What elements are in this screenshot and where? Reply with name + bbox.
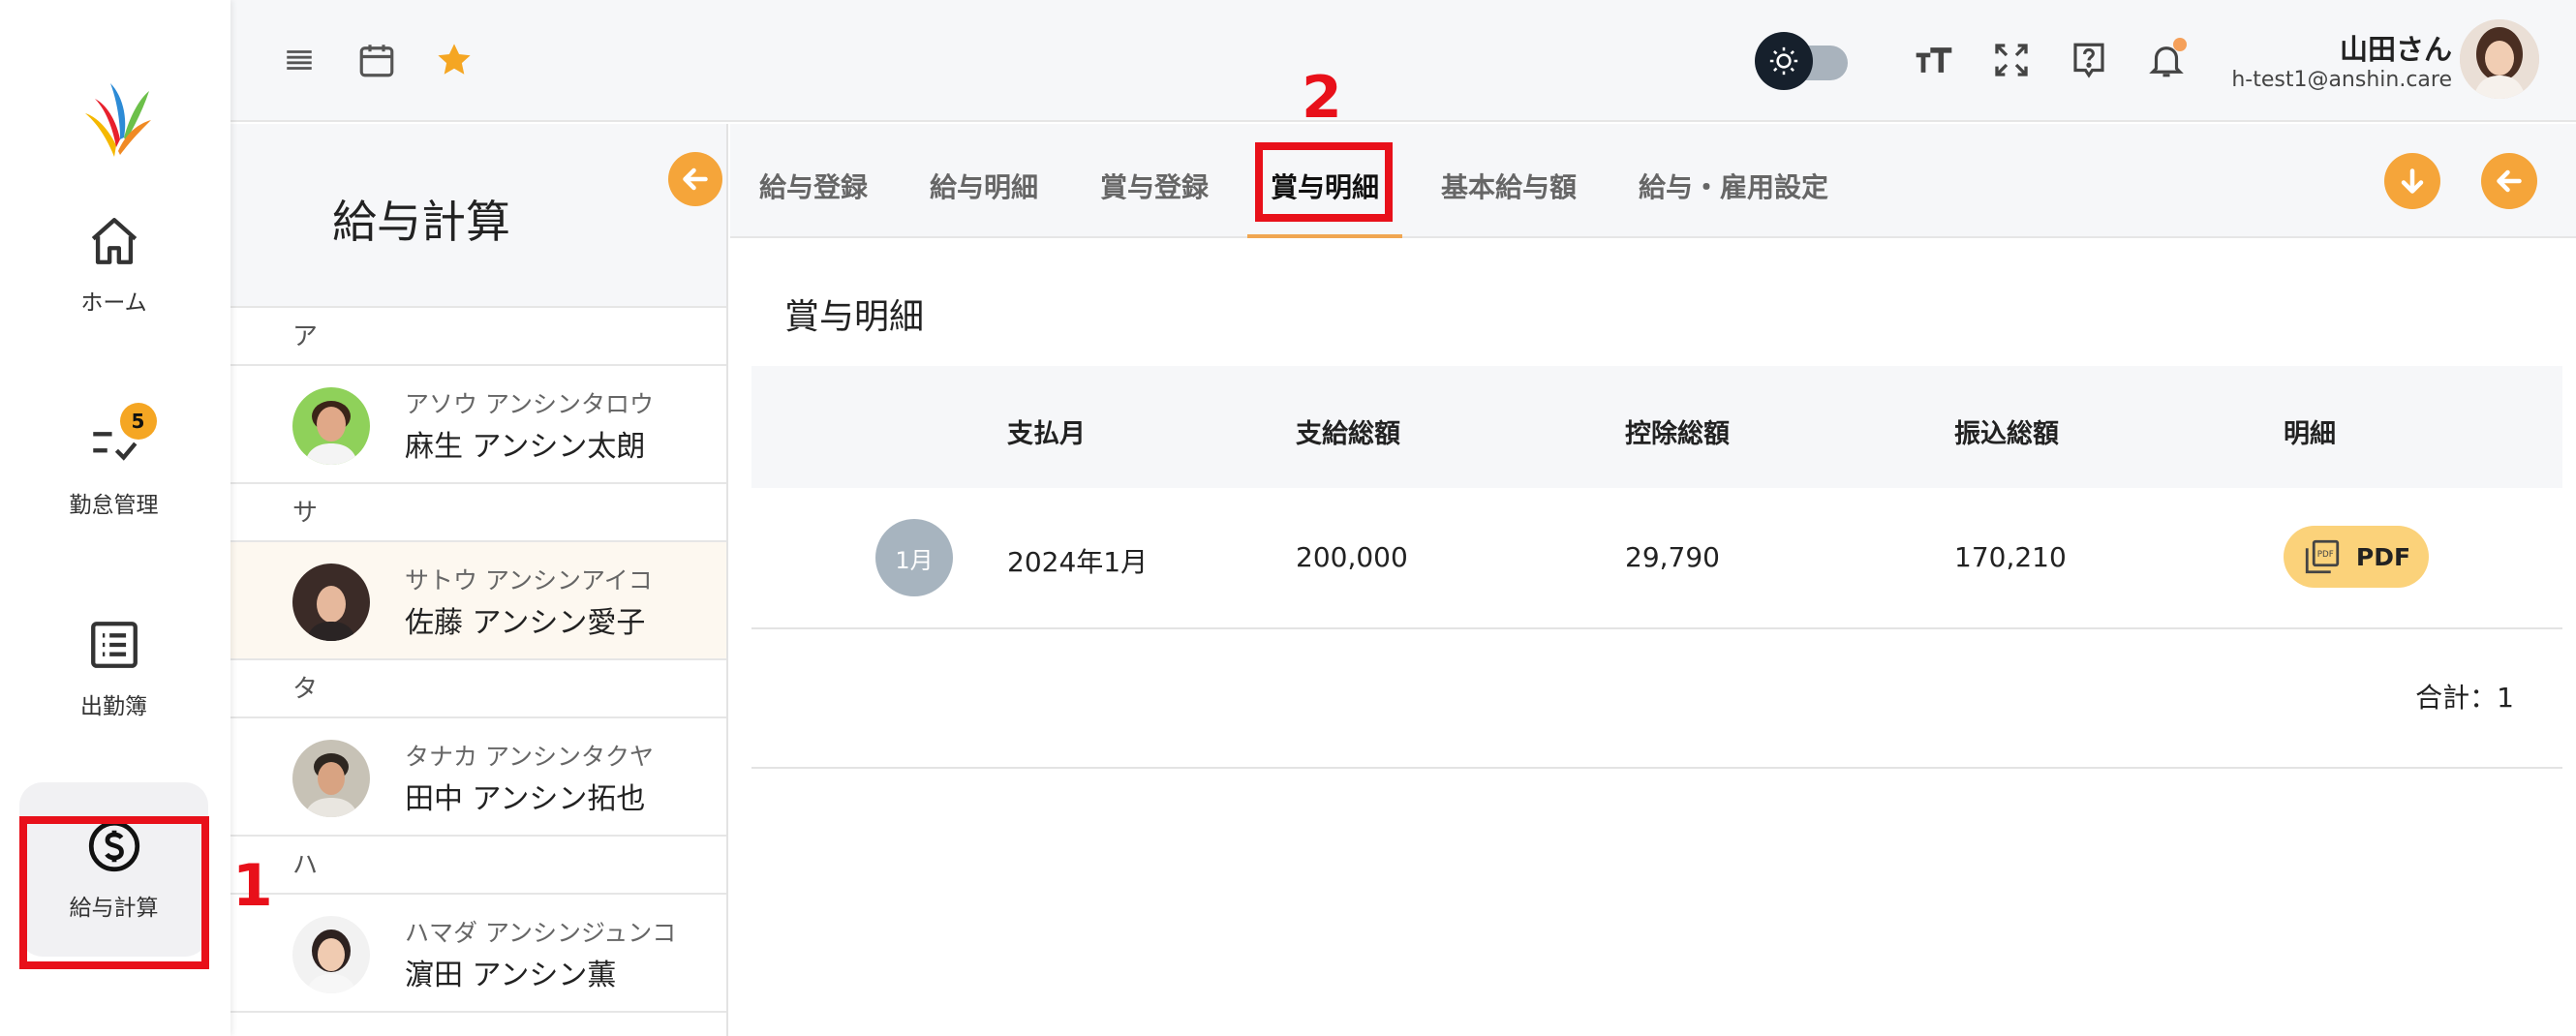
download-button[interactable] — [2384, 153, 2440, 209]
nav-item-home[interactable]: ホーム — [19, 177, 208, 351]
col-net: 振込総額 — [1954, 419, 2059, 449]
user-name: 山田さん — [2339, 33, 2452, 66]
index-letter: ア — [230, 308, 726, 366]
divider — [751, 767, 2562, 769]
employee-item-selected[interactable]: サトウ アンシンアイコ 佐藤 アンシン愛子 — [230, 542, 726, 660]
employee-avatar — [292, 916, 370, 993]
employee-item[interactable]: アソウ アンシンタロウ 麻生 アンシン太朗 — [230, 366, 726, 484]
panel-title: 給与計算 — [332, 196, 510, 248]
bell-icon[interactable] — [2142, 36, 2191, 84]
annotation-box-1 — [19, 816, 209, 969]
font-size-icon[interactable] — [1910, 36, 1958, 84]
nav-item-attendance[interactable]: 5 勤怠管理 — [19, 380, 208, 554]
employee-kana: タナカ アンシンタクヤ — [405, 743, 654, 771]
employee-kana: ハマダ アンシンジュンコ — [405, 919, 677, 947]
pdf-button[interactable]: PDF PDF — [2284, 526, 2429, 588]
fullscreen-icon[interactable] — [1987, 36, 2036, 84]
nav-label: ホーム — [80, 290, 147, 316]
total-count: 合計：1 — [2415, 682, 2514, 714]
annotation-number-1: 1 — [232, 852, 273, 920]
section-title: 賞与明細 — [784, 297, 925, 337]
col-gross: 支給総額 — [1296, 419, 1400, 449]
pdf-icon: PDF — [2305, 539, 2340, 574]
tab-bonus-entry[interactable]: 賞与登録 — [1100, 167, 1209, 205]
theme-toggle[interactable] — [1755, 32, 1852, 90]
back-button[interactable] — [2481, 153, 2537, 209]
bonus-table: 支払月 支給総額 控除総額 振込総額 明細 1月 2024年1月 200,000… — [751, 366, 2562, 629]
help-icon[interactable] — [2065, 36, 2113, 84]
tab-salary-entry[interactable]: 給与登録 — [759, 167, 868, 205]
employee-name: 麻生 アンシン太朗 — [405, 430, 646, 464]
employee-avatar — [292, 387, 370, 465]
employee-avatar — [292, 740, 370, 817]
svg-text:PDF: PDF — [2317, 550, 2334, 560]
nav-item-timesheet[interactable]: 出勤簿 — [19, 581, 208, 755]
employee-name: 佐藤 アンシン愛子 — [405, 606, 646, 640]
annotation-box-2 — [1255, 142, 1393, 222]
app-logo[interactable] — [77, 70, 155, 167]
home-icon — [85, 212, 143, 270]
employee-item[interactable]: ハマダ アンシンジュンコ 濵田 アンシン薫 — [230, 895, 726, 1013]
user-avatar[interactable] — [2460, 19, 2539, 99]
tab-bar: 給与登録 給与明細 賞与登録 賞与明細 基本給与額 給与・雇用設定 — [730, 124, 2576, 238]
cell-pay-month: 2024年1月 — [1007, 546, 1149, 578]
tab-employment-settings[interactable]: 給与・雇用設定 — [1639, 167, 1828, 205]
active-tab-underline — [1247, 234, 1402, 238]
pdf-label: PDF — [2355, 542, 2411, 571]
nav-label: 出勤簿 — [80, 694, 147, 719]
attendance-badge: 5 — [119, 403, 157, 440]
table-row: 1月 2024年1月 200,000 29,790 170,210 PDF PD… — [751, 488, 2562, 629]
table-header: 支払月 支給総額 控除総額 振込総額 明細 — [751, 366, 2562, 488]
employee-kana: アソウ アンシンタロウ — [405, 390, 654, 418]
star-icon[interactable] — [430, 36, 478, 84]
annotation-number-2: 2 — [1302, 64, 1342, 132]
sun-icon — [1755, 32, 1813, 90]
index-letter: ハ — [230, 837, 726, 895]
collapse-panel-button[interactable] — [668, 152, 722, 206]
col-pay-month: 支払月 — [1007, 419, 1086, 449]
tab-base-salary[interactable]: 基本給与額 — [1441, 167, 1577, 205]
arrow-down-icon — [2401, 168, 2424, 194]
cell-deduction: 29,790 — [1625, 541, 1720, 573]
col-deduction: 控除総額 — [1625, 419, 1730, 449]
top-bar: 山田さん h-test1@anshin.care — [230, 0, 2576, 122]
employee-panel: 給与計算 ア アソウ アンシンタロウ 麻生 アンシン太朗 サ サトウ アンシンア… — [230, 124, 728, 1036]
cell-gross: 200,000 — [1296, 541, 1408, 573]
arrow-left-icon — [2497, 169, 2522, 193]
cell-net: 170,210 — [1954, 541, 2067, 573]
app: ホーム 5 勤怠管理 出勤簿 給与計算 山田さん h-test1@anshin.… — [0, 0, 2576, 1036]
col-detail: 明細 — [2284, 419, 2336, 449]
employee-name: 田中 アンシン拓也 — [405, 782, 646, 816]
checklist-icon: 5 — [85, 403, 157, 472]
arrow-left-icon — [683, 168, 708, 191]
index-letter: タ — [230, 660, 726, 718]
employee-item[interactable]: タナカ アンシンタクヤ 田中 アンシン拓也 — [230, 718, 726, 837]
employee-kana: サトウ アンシンアイコ — [405, 566, 653, 594]
employee-avatar — [292, 564, 370, 641]
tab-salary-statement[interactable]: 給与明細 — [930, 167, 1038, 205]
calendar-icon[interactable] — [353, 36, 401, 84]
month-badge: 1月 — [875, 519, 953, 596]
employee-name: 濵田 アンシン薫 — [405, 959, 617, 992]
nav-label: 勤怠管理 — [69, 493, 159, 518]
user-email: h-test1@anshin.care — [2231, 68, 2452, 92]
main-content: 給与登録 給与明細 賞与登録 賞与明細 基本給与額 給与・雇用設定 賞与明細 支… — [730, 124, 2576, 1036]
index-letter: サ — [230, 484, 726, 542]
menu-icon[interactable] — [275, 36, 323, 84]
list-icon — [85, 616, 143, 674]
notification-dot — [2173, 38, 2187, 51]
employee-panel-header: 給与計算 — [230, 124, 726, 308]
